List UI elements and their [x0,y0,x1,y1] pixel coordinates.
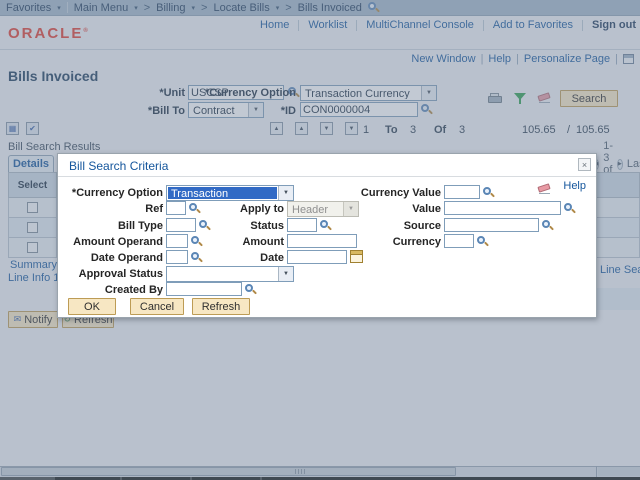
currency-label: Currency [335,236,441,248]
bill-type-label: Bill Type [58,220,163,232]
date-input[interactable] [287,250,347,264]
created-by-lookup-icon[interactable] [245,283,258,296]
divider [58,176,596,177]
chevron-down-icon: ▼ [278,186,293,200]
amount-label: Amount [178,236,284,248]
currency-option-label: *Currency Option [58,187,163,199]
status-lookup-icon[interactable] [320,219,333,232]
amount-operand-label: Amount Operand [58,236,163,248]
close-icon[interactable]: × [578,158,591,171]
bill-search-criteria-dialog: Bill Search Criteria × Help *Currency Op… [57,153,597,318]
currency-lookup-icon[interactable] [477,235,490,248]
refresh-dialog-button[interactable]: Refresh [192,298,250,315]
source-input[interactable] [444,218,539,232]
screen: Favorites ▾ Main Menu ▾ > Billing ▾ > Lo… [0,0,640,480]
dialog-title: Bill Search Criteria [69,159,168,173]
cancel-button[interactable]: Cancel [130,298,184,315]
currency-value-input[interactable] [444,185,480,199]
currency-option-select[interactable]: Transaction Currency ▼ [166,185,294,201]
apply-to-label: Apply to [178,203,284,215]
value-lookup-icon[interactable] [564,202,577,215]
approval-status-label: Approval Status [58,268,163,280]
date-label: Date [178,252,284,264]
approval-status-select[interactable]: ▼ [166,266,294,282]
created-by-label: Created By [58,284,163,296]
chevron-down-icon: ▼ [278,267,293,281]
dialog-help-link[interactable]: Help [563,180,586,192]
currency-value-label: Currency Value [335,187,441,199]
status-label: Status [178,220,284,232]
source-label: Source [335,220,441,232]
ref-label: Ref [58,203,163,215]
date-operand-label: Date Operand [58,252,163,264]
clear-eraser-icon[interactable] [537,184,552,195]
status-input[interactable] [287,218,317,232]
currency-input[interactable] [444,234,474,248]
value-label: Value [335,203,441,215]
currency-value-lookup-icon[interactable] [483,186,496,199]
calendar-icon[interactable] [350,250,363,263]
ok-button[interactable]: OK [68,298,116,315]
value-input[interactable] [444,201,561,215]
created-by-input[interactable] [166,282,242,296]
source-lookup-icon[interactable] [542,219,555,232]
